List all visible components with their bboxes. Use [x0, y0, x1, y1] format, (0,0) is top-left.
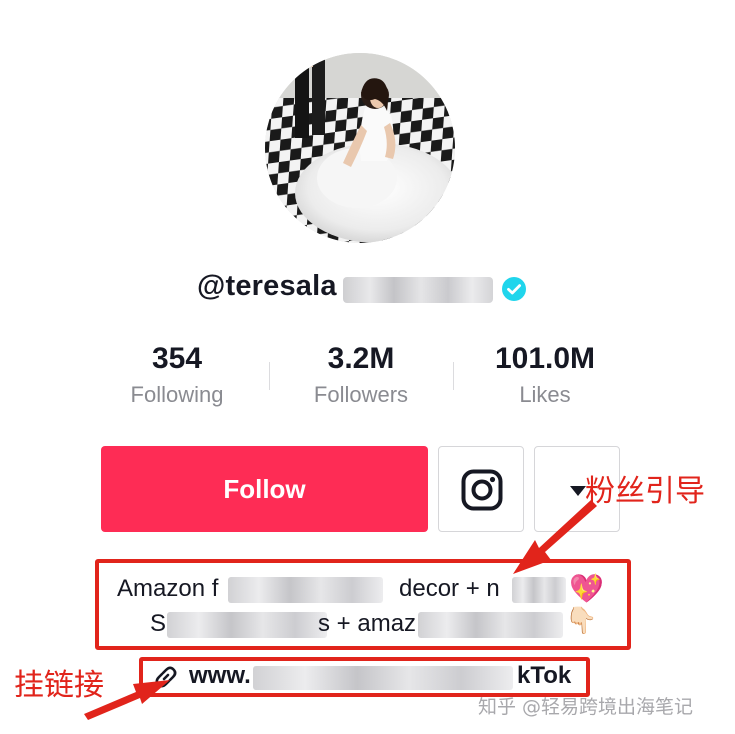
- following-label: Following: [130, 382, 224, 407]
- watermark: 知乎 @轻易跨境出海笔记: [478, 696, 694, 718]
- link-suffix: kTok: [517, 662, 572, 689]
- instagram-icon: [461, 469, 503, 511]
- link-redacted: [253, 666, 513, 690]
- bio-line2-mid: s + amaz: [318, 610, 417, 637]
- bio-redacted: [418, 612, 563, 638]
- followers-label: Followers: [313, 382, 409, 407]
- username: @teresala: [197, 270, 337, 302]
- bio-line2-start: S: [150, 610, 167, 637]
- stat-divider: [453, 362, 454, 390]
- pointing-down-icon: 👇🏻: [565, 606, 598, 636]
- username-redacted: [343, 277, 493, 303]
- username-row: @teresala: [0, 268, 735, 308]
- bio-line1-start: Amazon f: [117, 575, 219, 602]
- likes-count: 101.0M: [494, 342, 596, 375]
- stat-divider: [269, 362, 270, 390]
- sparkle-heart-icon: 💖: [569, 572, 604, 605]
- profile-link[interactable]: www. kTok: [185, 660, 580, 694]
- annotation-arrow-icon: [84, 680, 170, 720]
- bio-redacted: [228, 577, 383, 603]
- avatar-photo: [265, 53, 455, 243]
- link-prefix: www.: [189, 662, 251, 689]
- stat-following[interactable]: 354 Following: [87, 340, 267, 410]
- stat-likes[interactable]: 101.0M Likes: [455, 340, 635, 410]
- bio-redacted: [512, 577, 566, 603]
- stat-followers[interactable]: 3.2M Followers: [271, 340, 451, 410]
- bio-redacted: [167, 612, 327, 638]
- profile-avatar[interactable]: [265, 53, 455, 243]
- follow-button[interactable]: Follow: [101, 446, 428, 532]
- following-count: 354: [151, 342, 203, 375]
- verified-badge-icon: [502, 277, 526, 301]
- bio-line1-mid: decor + n: [399, 575, 500, 602]
- likes-label: Likes: [519, 382, 571, 407]
- followers-count: 3.2M: [327, 342, 395, 375]
